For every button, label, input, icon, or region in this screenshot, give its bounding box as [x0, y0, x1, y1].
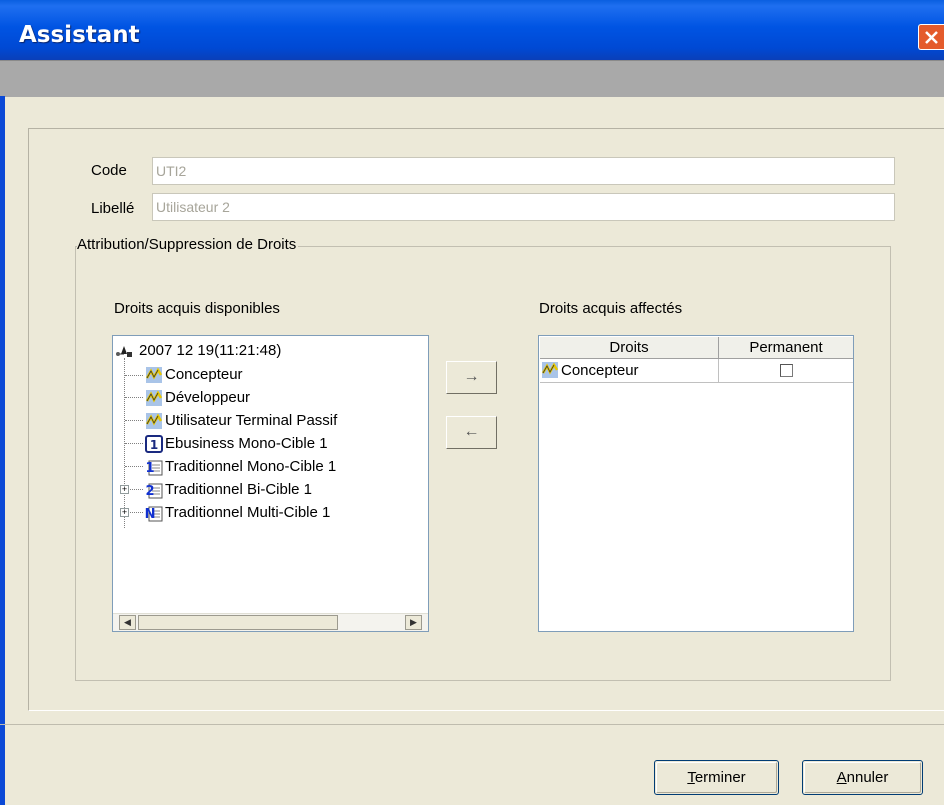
finish-button[interactable]: Terminer [654, 760, 779, 795]
assigned-rights-header: Droits acquis affectés [539, 300, 683, 317]
available-rights-header: Droits acquis disponibles [114, 300, 280, 317]
table-row[interactable]: Concepteur [540, 359, 853, 383]
tree-connector [130, 489, 143, 490]
expand-toggle[interactable]: + [120, 485, 129, 494]
cancel-button[interactable]: Annuler [802, 760, 923, 795]
available-rights-tree[interactable]: 2007 12 19(11:21:48) Concepteur Développ… [112, 335, 429, 632]
divider [0, 724, 944, 725]
multi-cible-icon: N [145, 506, 163, 522]
finish-label: Terminer [687, 769, 746, 786]
code-label: Code [91, 162, 127, 179]
libelle-label: Libellé [91, 200, 135, 217]
tree-item-label: Utilisateur Terminal Passif [165, 412, 338, 429]
title-bar[interactable]: Assistant [0, 0, 944, 60]
droit-label: Concepteur [561, 362, 639, 379]
toolbar-strip [0, 60, 944, 97]
rights-group-legend: Attribution/Suppression de Droits [77, 236, 299, 253]
scroll-thumb[interactable] [138, 615, 338, 630]
tree-root-label: 2007 12 19(11:21:48) [139, 342, 282, 359]
expand-toggle[interactable]: + [120, 508, 129, 517]
remove-right-button[interactable]: ← [446, 416, 497, 449]
horizontal-scrollbar[interactable]: ◀ ▶ [113, 613, 428, 631]
tree-connector [125, 466, 143, 467]
tree-item-label: Traditionnel Bi-Cible 1 [165, 481, 313, 498]
tree-item-label: Traditionnel Multi-Cible 1 [165, 504, 331, 521]
role-icon [145, 367, 163, 383]
role-icon [541, 362, 559, 378]
tree-connector [130, 512, 143, 513]
scroll-left-button[interactable]: ◀ [119, 615, 136, 630]
role-icon [145, 413, 163, 429]
tree-item-label: Concepteur [165, 366, 243, 383]
tree-connector [125, 397, 143, 398]
ebusiness-mono-icon: 1 [145, 435, 163, 453]
svg-text:N: N [145, 507, 155, 522]
tree-connector [125, 443, 143, 444]
tree-item-label: Développeur [165, 389, 251, 406]
column-header-droits[interactable]: Droits [540, 337, 719, 359]
add-right-button[interactable]: → [446, 361, 497, 394]
assigned-rights-table[interactable]: Droits Permanent Concepteur [538, 335, 854, 632]
mono-cible-icon: 1 [145, 460, 163, 476]
code-field[interactable]: UTI2 [152, 157, 895, 185]
libelle-field[interactable]: Utilisateur 2 [152, 193, 895, 221]
close-icon [925, 31, 938, 44]
arrow-left-icon: ← [463, 423, 480, 440]
cancel-label: Annuler [836, 769, 889, 786]
tree-connector [125, 375, 143, 376]
permanent-checkbox[interactable] [780, 364, 793, 377]
column-header-permanent[interactable]: Permanent [719, 337, 853, 359]
role-icon [145, 390, 163, 406]
svg-text:1: 1 [145, 461, 154, 476]
svg-text:2: 2 [145, 484, 154, 499]
svg-text:1: 1 [150, 438, 158, 452]
close-button[interactable] [918, 24, 944, 50]
droit-cell: Concepteur [540, 359, 719, 382]
window-border [0, 96, 5, 805]
arrow-right-icon: → [463, 368, 480, 385]
window-title: Assistant [19, 22, 140, 48]
tree-connector [125, 420, 143, 421]
scroll-right-button[interactable]: ▶ [405, 615, 422, 630]
tree-item-label: Traditionnel Mono-Cible 1 [165, 458, 337, 475]
bi-cible-icon: 2 [145, 483, 163, 499]
tree-item-label: Ebusiness Mono-Cible 1 [165, 435, 328, 452]
tree-root-icon [116, 346, 132, 357]
